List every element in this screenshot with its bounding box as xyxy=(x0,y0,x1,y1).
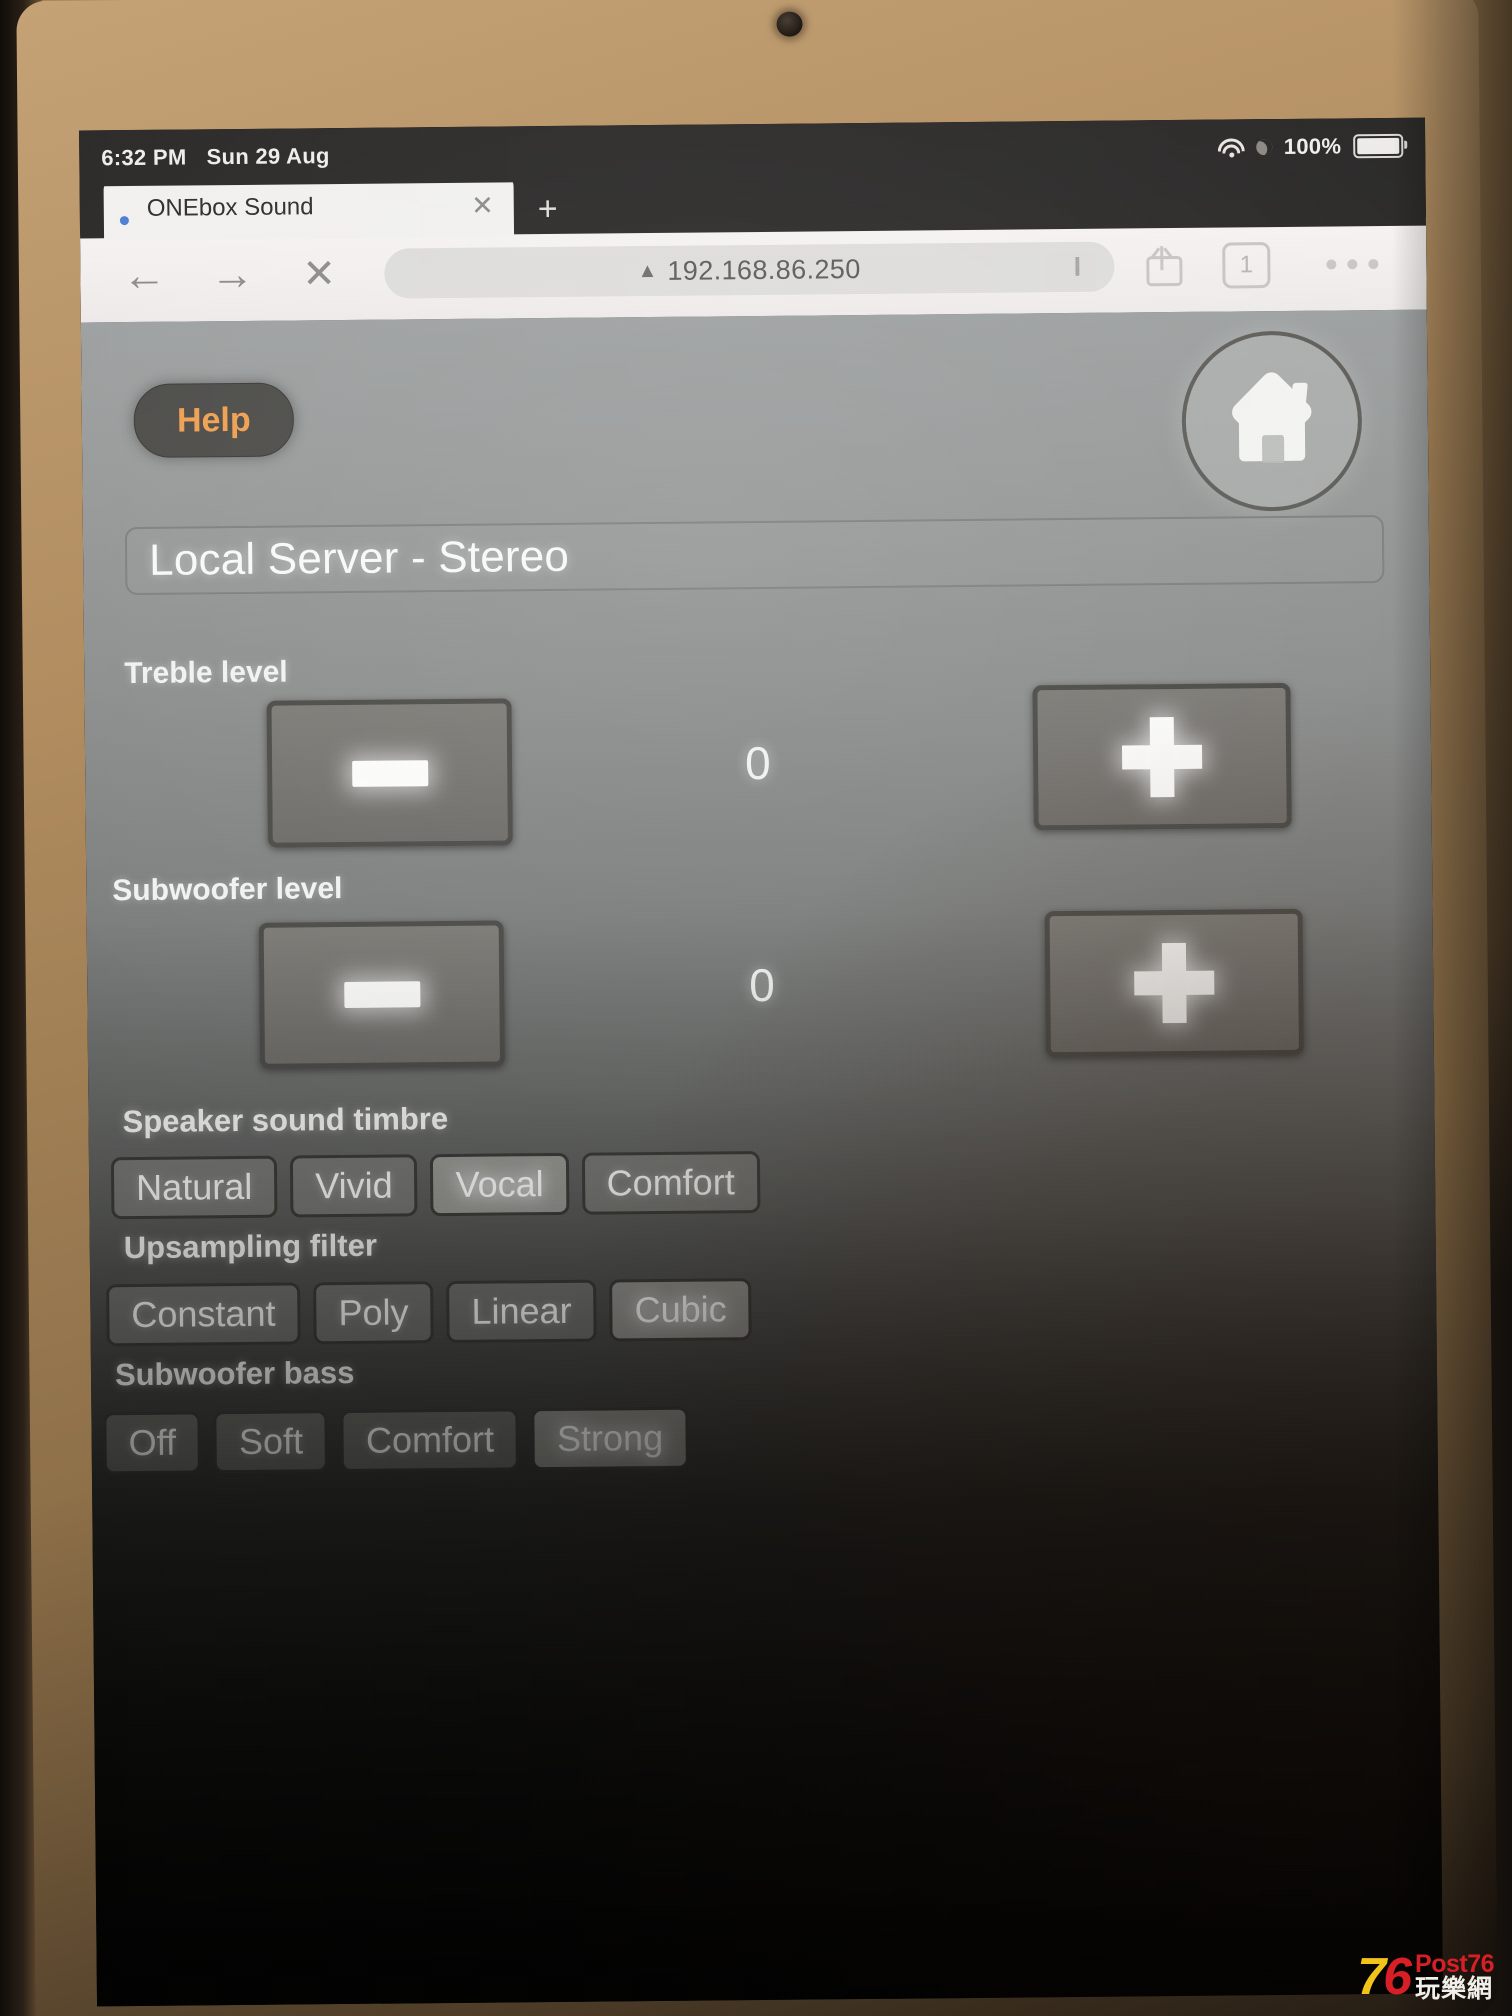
option-comfort-bass[interactable]: Comfort xyxy=(340,1408,520,1473)
upsampling-filter-options: Constant Poly Linear Cubic xyxy=(106,1278,752,1347)
option-soft[interactable]: Soft xyxy=(213,1410,329,1474)
close-icon[interactable]: ✕ xyxy=(471,190,494,220)
option-linear[interactable]: Linear xyxy=(446,1279,597,1344)
status-time: 6:32 PM xyxy=(101,144,187,171)
option-strong[interactable]: Strong xyxy=(531,1406,689,1471)
watermark-text: Post76 玩樂網 xyxy=(1415,1952,1494,2002)
option-comfort[interactable]: Comfort xyxy=(581,1151,761,1215)
photo-shadow-right xyxy=(1392,0,1512,2016)
url-text: 192.168.86.250 xyxy=(667,253,861,286)
watermark-line1: Post76 xyxy=(1415,1950,1494,1978)
watermark: 76 Post76 玩樂網 xyxy=(1357,1947,1494,2006)
home-button[interactable] xyxy=(1181,330,1363,512)
web-page-content: Help Local Server - Stereo Treble level … xyxy=(80,309,1443,2007)
treble-decrease-button[interactable] xyxy=(266,698,513,848)
option-off[interactable]: Off xyxy=(103,1411,202,1475)
home-icon xyxy=(1224,368,1319,464)
minus-icon xyxy=(351,759,428,787)
stop-close-icon[interactable]: ✕ xyxy=(302,251,336,297)
option-vivid[interactable]: Vivid xyxy=(289,1154,418,1218)
subwoofer-bass-label: Subwoofer bass xyxy=(114,1354,355,1393)
option-poly[interactable]: Poly xyxy=(313,1281,434,1345)
option-vocal[interactable]: Vocal xyxy=(430,1152,569,1217)
treble-level-label: Treble level xyxy=(124,655,288,691)
front-camera-icon xyxy=(776,11,803,37)
treble-increase-button[interactable] xyxy=(1032,682,1292,831)
speaker-sound-timbre-options: Natural Vivid Vocal Comfort xyxy=(110,1151,761,1220)
more-dots-icon[interactable] xyxy=(1326,259,1379,270)
insecure-warning-icon: ▲ xyxy=(637,259,658,283)
subwoofer-level-label: Subwoofer level xyxy=(112,872,343,908)
crescent-moon-icon xyxy=(1255,139,1272,156)
subwoofer-bass-options: Off Soft Comfort Strong xyxy=(103,1406,689,1475)
page-title: Local Server - Stereo xyxy=(148,531,570,585)
share-icon[interactable] xyxy=(1146,246,1183,287)
watermark-logo: 76 xyxy=(1357,1947,1412,2006)
back-arrow-icon[interactable]: ← xyxy=(122,251,166,301)
tablet-screen: 6:32 PM Sun 29 Aug 100% ONEbox Sound ✕ + xyxy=(79,117,1443,2007)
minus-icon xyxy=(343,981,420,1009)
treble-level-value: 0 xyxy=(744,736,771,790)
help-button[interactable]: Help xyxy=(133,382,295,458)
status-date: Sun 29 Aug xyxy=(206,143,330,170)
speaker-sound-timbre-label: Speaker sound timbre xyxy=(122,1101,449,1140)
tab-count-button[interactable]: 1 xyxy=(1222,242,1271,289)
subwoofer-decrease-button[interactable] xyxy=(258,920,506,1069)
battery-percent: 100% xyxy=(1283,133,1342,159)
photograph-of-tablet: 6:32 PM Sun 29 Aug 100% ONEbox Sound ✕ + xyxy=(0,0,1512,2016)
plus-icon xyxy=(1121,716,1203,797)
option-natural[interactable]: Natural xyxy=(110,1155,278,1220)
subwoofer-level-value: 0 xyxy=(749,958,776,1012)
tab-title: ONEbox Sound xyxy=(146,193,314,222)
option-cubic[interactable]: Cubic xyxy=(609,1278,752,1342)
page-title-box: Local Server - Stereo xyxy=(124,514,1385,596)
upsampling-filter-label: Upsampling filter xyxy=(123,1227,378,1266)
microphone-icon[interactable] xyxy=(1075,256,1088,277)
address-bar[interactable]: ▲ 192.168.86.250 xyxy=(383,241,1115,299)
plus-icon xyxy=(1134,942,1215,1024)
subwoofer-increase-button[interactable] xyxy=(1044,908,1304,1058)
watermark-line2: 玩樂網 xyxy=(1415,1975,1494,2003)
favicon-dot xyxy=(119,215,129,225)
wifi-icon xyxy=(1217,137,1245,157)
forward-arrow-icon[interactable]: → xyxy=(210,250,254,300)
option-constant[interactable]: Constant xyxy=(106,1282,301,1347)
new-tab-button[interactable]: + xyxy=(538,190,558,228)
